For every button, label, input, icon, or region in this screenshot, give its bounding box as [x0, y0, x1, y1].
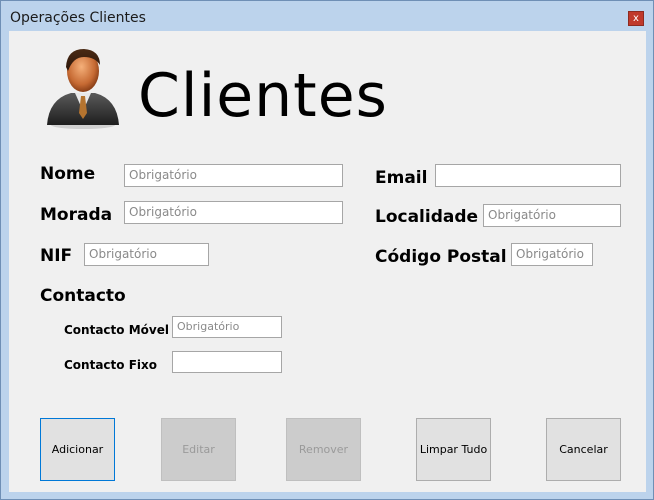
remover-button[interactable]: Remover — [286, 418, 361, 481]
close-button[interactable]: x — [628, 11, 644, 26]
limpar-tudo-button[interactable]: Limpar Tudo — [416, 418, 491, 481]
adicionar-button[interactable]: Adicionar — [40, 418, 115, 481]
nif-label: NIF — [40, 246, 73, 266]
editar-button[interactable]: Editar — [161, 418, 236, 481]
morada-label: Morada — [40, 205, 113, 225]
nif-input[interactable]: Obrigatório — [84, 243, 209, 266]
title-bar[interactable]: Operações Clientes x — [1, 1, 653, 31]
nome-input[interactable]: Obrigatório — [124, 164, 343, 187]
window: Operações Clientes x Clientes Nome Obrig… — [0, 0, 654, 500]
window-title: Operações Clientes — [10, 10, 146, 26]
cancelar-button[interactable]: Cancelar — [546, 418, 621, 481]
nome-label: Nome — [40, 164, 96, 184]
morada-input[interactable]: Obrigatório — [124, 201, 343, 224]
contacto-movel-input[interactable]: Obrigatório — [172, 316, 282, 338]
contacto-fixo-input[interactable] — [172, 351, 282, 373]
email-label: Email — [375, 168, 428, 188]
user-business-icon — [47, 49, 119, 129]
contacto-movel-label: Contacto Móvel — [64, 323, 169, 337]
contacto-fixo-label: Contacto Fixo — [64, 358, 157, 372]
email-input[interactable] — [435, 164, 621, 187]
contacto-heading: Contacto — [40, 286, 126, 306]
localidade-label: Localidade — [375, 207, 479, 227]
client-area: Clientes Nome Obrigatório Morada Obrigat… — [9, 31, 646, 492]
codigo-postal-input[interactable]: Obrigatório — [511, 243, 593, 266]
codigo-postal-label: Código Postal — [375, 247, 507, 267]
localidade-input[interactable]: Obrigatório — [483, 204, 621, 227]
page-title: Clientes — [138, 61, 388, 131]
